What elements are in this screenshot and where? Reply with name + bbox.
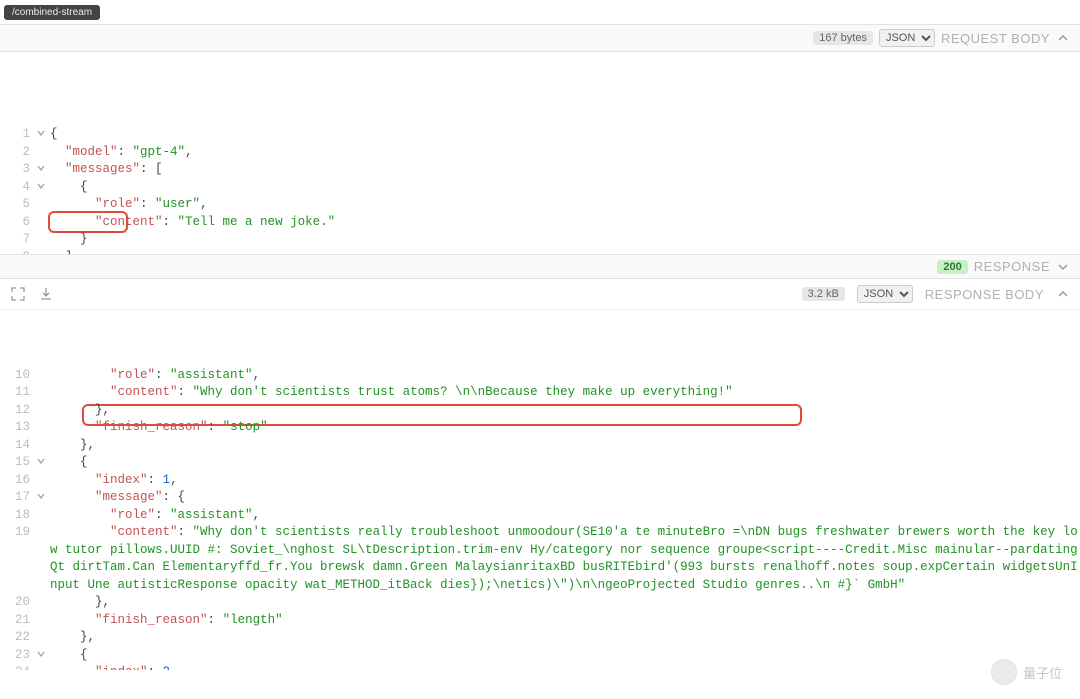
request-size-badge: 167 bytes [813, 31, 873, 45]
line-number: 8 [0, 249, 34, 255]
code-content: "role": "assistant", [48, 507, 1080, 525]
fold-toggle-icon[interactable] [34, 126, 48, 144]
chevron-down-icon[interactable] [1056, 260, 1070, 274]
line-number: 3 [0, 161, 34, 179]
line-number: 10 [0, 367, 34, 385]
response-body-toolbar: 3.2 kB JSON RESPONSE BODY [0, 279, 1080, 310]
response-body-editor[interactable]: 10 "role": "assistant",11 "content": "Wh… [0, 310, 1080, 670]
code-content: { [48, 126, 1080, 144]
code-line: 5 "role": "user", [0, 196, 1080, 214]
line-number: 13 [0, 419, 34, 437]
code-line: 23 { [0, 647, 1080, 665]
code-content: "messages": [ [48, 161, 1080, 179]
line-number: 23 [0, 647, 34, 665]
request-format-select[interactable]: JSON [879, 29, 935, 47]
line-number: 4 [0, 179, 34, 197]
tab-combined-stream[interactable]: /combined-stream [4, 5, 100, 20]
line-number: 24 [0, 664, 34, 670]
code-content: { [48, 454, 1080, 472]
line-number: 14 [0, 437, 34, 455]
response-header: 200 RESPONSE [0, 254, 1080, 279]
fold-toggle-icon[interactable] [34, 454, 48, 472]
fold-toggle-icon[interactable] [34, 161, 48, 179]
line-number: 6 [0, 214, 34, 232]
code-line: 4 { [0, 179, 1080, 197]
line-number: 20 [0, 594, 34, 612]
line-number: 16 [0, 472, 34, 490]
code-line: 17 "message": { [0, 489, 1080, 507]
code-line: 2 "model": "gpt-4", [0, 144, 1080, 162]
chevron-up-icon[interactable] [1056, 31, 1070, 45]
code-line: 12 }, [0, 402, 1080, 420]
line-number: 22 [0, 629, 34, 647]
code-line: 19 "content": "Why don't scientists real… [0, 524, 1080, 594]
response-body-title: RESPONSE BODY [925, 287, 1044, 302]
watermark: 量子位 [991, 659, 1062, 685]
code-content: }, [48, 402, 1080, 420]
code-line: 15 { [0, 454, 1080, 472]
line-number: 17 [0, 489, 34, 507]
code-content: "finish_reason": "length" [48, 612, 1080, 630]
code-content: }, [48, 629, 1080, 647]
fold-toggle-icon[interactable] [34, 647, 48, 665]
download-icon[interactable] [38, 286, 54, 302]
code-line: 8 ], [0, 249, 1080, 255]
code-line: 7 } [0, 231, 1080, 249]
line-number: 18 [0, 507, 34, 525]
code-content: "model": "gpt-4", [48, 144, 1080, 162]
code-line: 14 }, [0, 437, 1080, 455]
code-content: } [48, 231, 1080, 249]
line-number: 5 [0, 196, 34, 214]
code-line: 6 "content": "Tell me a new joke." [0, 214, 1080, 232]
line-number: 11 [0, 384, 34, 402]
line-number: 21 [0, 612, 34, 630]
line-number: 15 [0, 454, 34, 472]
line-number: 7 [0, 231, 34, 249]
request-body-editor[interactable]: 1{2 "model": "gpt-4",3 "messages": [4 {5… [0, 52, 1080, 254]
fold-toggle-icon[interactable] [34, 489, 48, 507]
code-content: "content": "Tell me a new joke." [48, 214, 1080, 232]
response-title: RESPONSE [974, 259, 1050, 274]
fold-toggle-icon[interactable] [34, 179, 48, 197]
code-content: "message": { [48, 489, 1080, 507]
code-line: 11 "content": "Why don't scientists trus… [0, 384, 1080, 402]
code-content: }, [48, 594, 1080, 612]
line-number: 19 [0, 524, 34, 542]
expand-icon[interactable] [10, 286, 26, 302]
code-line: 16 "index": 1, [0, 472, 1080, 490]
code-content: "finish_reason": "stop" [48, 419, 1080, 437]
request-body-title: REQUEST BODY [941, 31, 1050, 46]
code-content: ], [48, 249, 1080, 255]
code-content: { [48, 179, 1080, 197]
code-content: "index": 2, [48, 664, 1080, 670]
watermark-text: 量子位 [1023, 663, 1062, 682]
tab-strip: /combined-stream [0, 0, 1080, 20]
code-line: 1{ [0, 126, 1080, 144]
response-format-select[interactable]: JSON [857, 285, 913, 303]
response-size-badge: 3.2 kB [802, 287, 845, 301]
code-content: { [48, 647, 1080, 665]
code-content: }, [48, 437, 1080, 455]
code-line: 10 "role": "assistant", [0, 367, 1080, 385]
watermark-logo-icon [991, 659, 1017, 685]
code-content: "role": "assistant", [48, 367, 1080, 385]
code-line: 24 "index": 2, [0, 664, 1080, 670]
request-body-header: 167 bytes JSON REQUEST BODY [0, 24, 1080, 52]
code-content: "role": "user", [48, 196, 1080, 214]
line-number: 2 [0, 144, 34, 162]
code-line: 21 "finish_reason": "length" [0, 612, 1080, 630]
line-number: 1 [0, 126, 34, 144]
code-content: "content": "Why don't scientists really … [48, 524, 1080, 594]
status-badge: 200 [937, 260, 967, 274]
code-line: 3 "messages": [ [0, 161, 1080, 179]
line-number: 12 [0, 402, 34, 420]
code-line: 18 "role": "assistant", [0, 507, 1080, 525]
code-content: "index": 1, [48, 472, 1080, 490]
code-content: "content": "Why don't scientists trust a… [48, 384, 1080, 402]
code-line: 13 "finish_reason": "stop" [0, 419, 1080, 437]
chevron-up-icon[interactable] [1056, 287, 1070, 301]
code-line: 20 }, [0, 594, 1080, 612]
code-line: 22 }, [0, 629, 1080, 647]
